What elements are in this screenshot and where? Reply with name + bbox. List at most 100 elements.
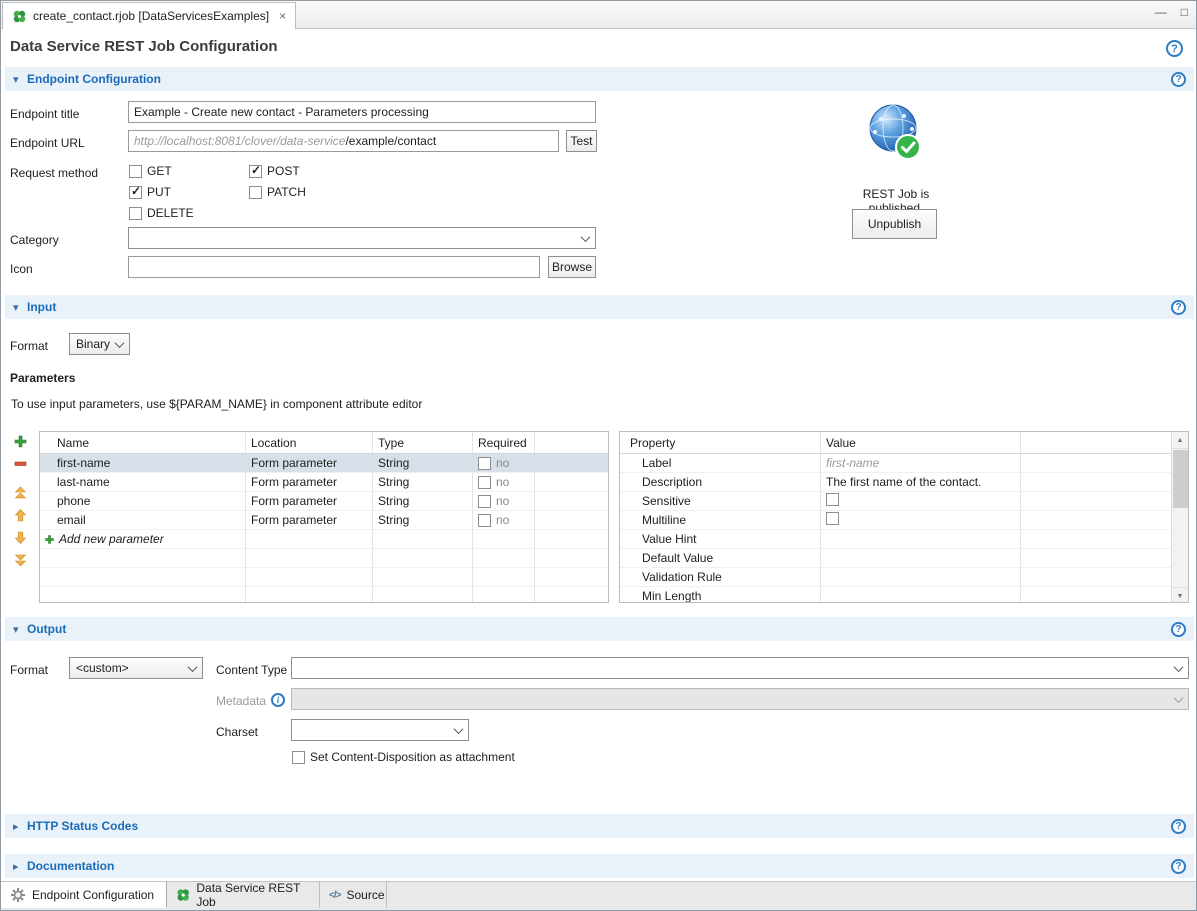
browse-button[interactable]: Browse (548, 256, 596, 278)
section-collapsed-icon[interactable]: ▸ (13, 820, 27, 833)
method-get-checkbox[interactable]: GET (129, 164, 172, 178)
metadata-info-icon[interactable]: i (271, 693, 285, 707)
maximize-icon[interactable]: □ (1181, 5, 1188, 19)
required-value: no (496, 494, 509, 508)
endpoint-title-input[interactable] (128, 101, 596, 123)
table-row[interactable]: email Form parameter String no (40, 511, 608, 530)
section-endpoint-configuration[interactable]: ▾ Endpoint Configuration ? (5, 67, 1194, 91)
checkbox[interactable] (292, 751, 305, 764)
test-button[interactable]: Test (566, 130, 597, 152)
property-row[interactable]: Multiline (620, 511, 1188, 530)
scroll-down-icon[interactable]: ▼ (1172, 587, 1188, 603)
charset-dropdown[interactable] (291, 719, 469, 741)
category-label: Category (10, 233, 59, 247)
parameters-table: Name Location Type Required first-name F… (39, 431, 609, 603)
required-checkbox[interactable] (478, 514, 491, 527)
input-format-dropdown[interactable]: Binary (69, 333, 130, 355)
property-row[interactable]: Default Value (620, 549, 1188, 568)
checkbox[interactable] (129, 186, 142, 199)
content-disposition-checkbox[interactable]: Set Content-Disposition as attachment (292, 750, 515, 764)
method-post-checkbox[interactable]: POST (249, 164, 300, 178)
property-row[interactable]: Min Length (620, 587, 1188, 603)
method-label: POST (267, 164, 300, 178)
section-help-icon[interactable]: ? (1171, 819, 1186, 834)
move-bottom-icon[interactable] (13, 552, 28, 567)
table-row[interactable]: last-name Form parameter String no (40, 473, 608, 492)
output-format-dropdown[interactable]: <custom> (69, 657, 203, 679)
property-row[interactable]: Label first-name (620, 454, 1188, 473)
checkbox[interactable] (249, 186, 262, 199)
property-row[interactable]: Sensitive (620, 492, 1188, 511)
icon-input[interactable] (128, 256, 540, 278)
property-value[interactable]: The first name of the contact. (820, 475, 1020, 489)
scrollbar-thumb[interactable] (1173, 450, 1188, 508)
property-row[interactable]: Value Hint (620, 530, 1188, 549)
checkbox[interactable] (129, 165, 142, 178)
add-parameter-row[interactable]: Add new parameter (40, 530, 608, 549)
page-help-icon[interactable]: ? (1166, 40, 1183, 57)
section-help-icon[interactable]: ? (1171, 300, 1186, 315)
chevron-down-icon (581, 232, 591, 242)
content-type-dropdown[interactable] (291, 657, 1189, 679)
chevron-down-icon (115, 338, 125, 348)
section-input[interactable]: ▾ Input ? (5, 295, 1194, 319)
col-name: Name (40, 436, 245, 450)
endpoint-url-suffix: /example/contact (345, 134, 436, 148)
section-expanded-icon[interactable]: ▾ (13, 73, 27, 86)
method-patch-checkbox[interactable]: PATCH (249, 185, 306, 199)
section-help-icon[interactable]: ? (1171, 622, 1186, 637)
endpoint-url-input[interactable]: http://localhost:8081/clover/data-servic… (128, 130, 559, 152)
property-row[interactable]: Description The first name of the contac… (620, 473, 1188, 492)
multiline-checkbox[interactable] (826, 512, 839, 525)
section-output[interactable]: ▾ Output ? (5, 617, 1194, 641)
parameters-table-header: Name Location Type Required (40, 432, 608, 454)
method-label: DELETE (147, 206, 194, 220)
section-expanded-icon[interactable]: ▾ (13, 623, 27, 636)
unpublish-button[interactable]: Unpublish (852, 209, 937, 239)
endpoint-title-label: Endpoint title (10, 107, 79, 121)
property-value[interactable]: first-name (820, 456, 1020, 470)
property-name: Min Length (620, 589, 820, 603)
col-property: Property (620, 436, 820, 450)
move-down-icon[interactable] (13, 530, 28, 545)
table-row[interactable]: first-name Form parameter String no (40, 454, 608, 473)
property-row[interactable]: Validation Rule (620, 568, 1188, 587)
tab-source[interactable]: </> Source (320, 882, 387, 908)
col-required: Required (472, 436, 534, 450)
section-help-icon[interactable]: ? (1171, 72, 1186, 87)
metadata-dropdown (291, 688, 1189, 710)
close-icon[interactable]: × (279, 9, 286, 23)
required-checkbox[interactable] (478, 476, 491, 489)
editor-tab-label: create_contact.rjob [DataServicesExample… (33, 9, 269, 23)
section-documentation[interactable]: ▸ Documentation ? (5, 854, 1194, 878)
table-row[interactable]: phone Form parameter String no (40, 492, 608, 511)
section-title: Documentation (27, 859, 114, 873)
section-title: Input (27, 300, 56, 314)
editor-tab[interactable]: create_contact.rjob [DataServicesExample… (2, 2, 296, 29)
checkbox[interactable] (249, 165, 262, 178)
move-up-icon[interactable] (13, 508, 28, 523)
sensitive-checkbox[interactable] (826, 493, 839, 506)
move-top-icon[interactable] (13, 486, 28, 501)
minimize-icon[interactable]: — (1155, 5, 1167, 19)
add-parameter-icon[interactable] (13, 434, 28, 449)
category-dropdown[interactable] (128, 227, 596, 249)
method-delete-checkbox[interactable]: DELETE (129, 206, 194, 220)
required-checkbox[interactable] (478, 495, 491, 508)
parameter-toolbar (13, 434, 28, 567)
section-expanded-icon[interactable]: ▾ (13, 301, 27, 314)
globe-published-icon (863, 101, 927, 165)
tab-endpoint-configuration[interactable]: Endpoint Configuration (1, 882, 167, 908)
section-help-icon[interactable]: ? (1171, 859, 1186, 874)
remove-parameter-icon[interactable] (13, 456, 28, 471)
checkbox[interactable] (129, 207, 142, 220)
param-location: Form parameter (245, 494, 372, 508)
section-http-status-codes[interactable]: ▸ HTTP Status Codes ? (5, 814, 1194, 838)
section-collapsed-icon[interactable]: ▸ (13, 860, 27, 873)
scroll-up-icon[interactable]: ▲ (1172, 432, 1188, 449)
tab-data-service-rest-job[interactable]: Data Service REST Job (167, 882, 320, 908)
charset-label: Charset (216, 725, 258, 739)
method-put-checkbox[interactable]: PUT (129, 185, 171, 199)
properties-scrollbar[interactable]: ▲ ▼ (1171, 432, 1188, 603)
required-checkbox[interactable] (478, 457, 491, 470)
